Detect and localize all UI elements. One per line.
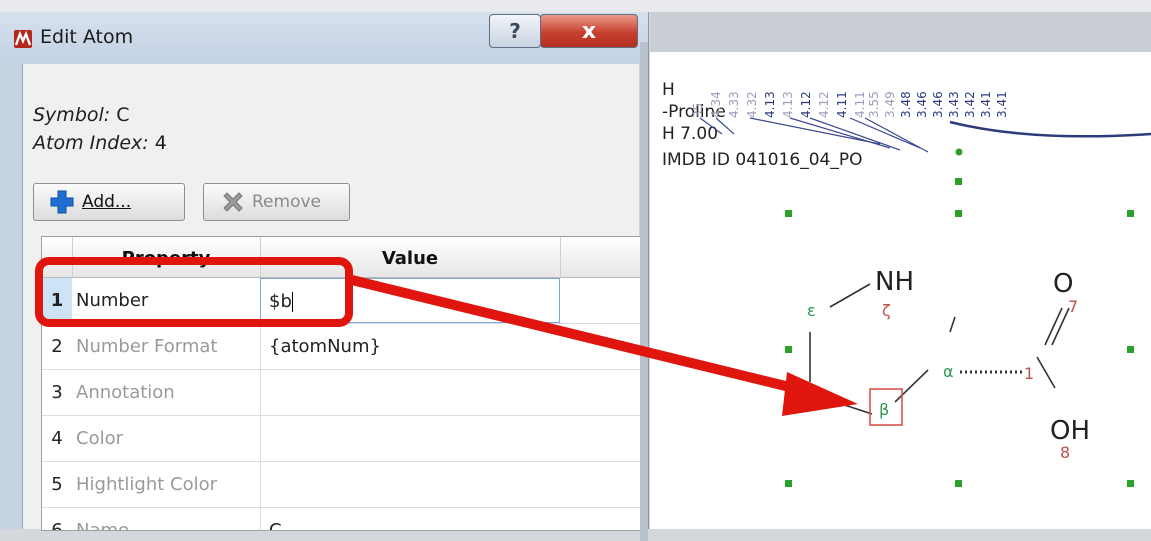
row-number: 3 [51, 382, 63, 403]
property-cell: Annotation [76, 382, 175, 403]
table-row[interactable]: 4 Color [42, 416, 640, 462]
peak-labels-right: 3.55 3.49 3.48 3.46 3.46 3.43 3.42 3.41 3.41 [867, 91, 1009, 118]
peak-label: 3.55 [867, 91, 881, 118]
selection-handle[interactable] [785, 210, 792, 217]
number-1-label: 1 [1024, 364, 1034, 383]
atom-index-value: 4 [154, 132, 167, 154]
row-number: 6 [51, 520, 63, 531]
selection-handle[interactable] [955, 178, 962, 185]
peak-label: 3.41 [979, 91, 993, 118]
o-label: O [1053, 269, 1073, 299]
peak-label: 4.12 [817, 91, 831, 118]
symbol-value: C [116, 104, 130, 126]
peak-label: 35 [691, 103, 705, 118]
add-button[interactable]: Add... [33, 183, 185, 221]
value-cell[interactable] [260, 416, 560, 461]
property-cell: Name [76, 520, 130, 531]
peak-label: 4.11 [835, 91, 849, 118]
number-7-label: 7 [1068, 297, 1078, 316]
peak-connector-lines [699, 117, 929, 153]
proline-bonds [809, 283, 1070, 415]
oh-label: OH [1050, 416, 1090, 446]
value-cell[interactable]: C [260, 508, 560, 530]
property-cell: Number Format [76, 336, 218, 357]
symbol-line: Symbol: C [33, 104, 130, 126]
help-button[interactable]: ? [489, 14, 541, 48]
number-row-highlight [35, 257, 353, 327]
peak-labels-left: 35 4.34 4.33 4.32 4.13 4.13 4.12 4.12 4.11 4.11 [691, 91, 867, 118]
selection-handle[interactable] [785, 346, 792, 353]
table-row[interactable]: 6 Name C [42, 508, 640, 531]
nh-label: NH [875, 267, 914, 297]
remove-button[interactable]: Remove [203, 183, 350, 221]
table-row[interactable]: 2 Number Format {atomNum} [42, 324, 640, 370]
peak-label: 3.49 [883, 91, 897, 118]
epsilon-label: ε [807, 301, 816, 320]
close-button[interactable]: x [540, 14, 638, 48]
app-logo-icon [14, 30, 32, 48]
property-cell: Color [76, 428, 123, 449]
atom-index-line: Atom Index: 4 [33, 132, 167, 154]
peak-label: 3.41 [995, 91, 1009, 118]
selection-handle[interactable] [1127, 210, 1134, 217]
remove-x-icon [223, 192, 243, 212]
value-cell[interactable] [260, 462, 560, 507]
gamma-label: γ [798, 377, 807, 396]
property-cell: Hightlight Color [76, 474, 218, 495]
spectrum-pane: H -Proline H 7.00 IMDB ID 041016_04_PO 3… [650, 0, 1151, 529]
row-number: 4 [51, 428, 63, 449]
peak-label: 3.46 [915, 91, 929, 118]
spectrum-canvas[interactable]: H -Proline H 7.00 IMDB ID 041016_04_PO 3… [650, 52, 1151, 529]
selection-handle[interactable] [785, 480, 792, 487]
row-number: 5 [51, 474, 63, 495]
dialog-title: Edit Atom [40, 26, 134, 48]
peak-label: 4.12 [799, 91, 813, 118]
peak-label: 4.34 [709, 91, 723, 118]
peak-label: 4.13 [763, 91, 777, 118]
peak-connector-curve [949, 120, 1151, 138]
peak-label: 3.46 [931, 91, 945, 118]
atom-index-label: Atom Index: [33, 132, 149, 154]
peak-label: 4.33 [727, 91, 741, 118]
close-icon: x [581, 18, 597, 44]
dialog-scrollbar[interactable] [640, 42, 648, 541]
selection-handle[interactable] [955, 210, 962, 217]
selection-handle[interactable] [1127, 480, 1134, 487]
spectrum-drawing: 35 4.34 4.33 4.32 4.13 4.13 4.12 4.12 4.11 4.11 3… [691, 91, 1151, 487]
number-8-label: 8 [1060, 443, 1070, 462]
plus-icon [50, 190, 74, 214]
alpha-label: α [943, 362, 954, 381]
pane-toolbar [650, 12, 1151, 52]
peak-label: 4.11 [853, 91, 867, 118]
dialog-titlebar[interactable]: Edit Atom ? x [0, 12, 648, 64]
value-cell[interactable]: {atomNum} [260, 324, 560, 369]
selection-handle[interactable] [955, 480, 962, 487]
peak-label: 4.32 [745, 91, 759, 118]
row-number: 2 [51, 336, 63, 357]
beta-label: β [879, 400, 889, 419]
table-row[interactable]: 3 Annotation [42, 370, 640, 416]
selection-handle[interactable] [1127, 346, 1134, 353]
help-icon: ? [509, 19, 521, 43]
value-cell[interactable] [260, 370, 560, 415]
peak-label: 3.42 [963, 91, 977, 118]
peak-label: 4.13 [781, 91, 795, 118]
table-row[interactable]: 5 Hightlight Color [42, 462, 640, 508]
handle-dot[interactable] [955, 148, 963, 156]
add-label: Add... [82, 192, 132, 212]
remove-label: Remove [252, 192, 321, 212]
zeta-label: ζ [882, 301, 891, 320]
peak-label: 3.48 [899, 91, 913, 118]
symbol-label: Symbol: [33, 104, 111, 126]
peak-label: 3.43 [947, 91, 961, 118]
